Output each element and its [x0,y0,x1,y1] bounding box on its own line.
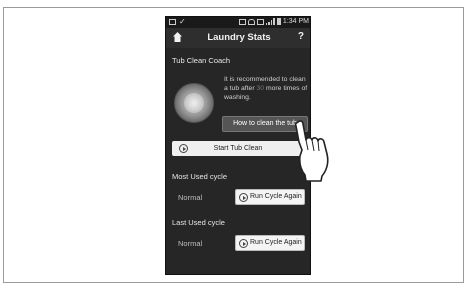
washing-tub-icon [174,83,214,123]
play-icon [239,239,248,248]
start-tub-clean-button[interactable]: Start Tub Clean [172,141,304,156]
last-used-cycle-name: Normal [178,239,203,248]
screen-icon [238,18,246,25]
start-tub-clean-label: Start Tub Clean [213,145,263,152]
title-bar: Laundry Stats ? [166,28,310,48]
most-used-cycle-name: Normal [178,193,203,202]
phone-screen: ✓ 1:34 PM Laundry Stats ? Tub Clean Coac… [165,16,311,275]
run-cycle-label: Run Cycle Again [250,239,302,246]
help-button[interactable]: ? [298,31,304,42]
tub-clean-advice: It is recommended to clean a tub after 3… [224,75,310,102]
notification-icon [169,19,176,25]
last-used-cycle-heading: Last Used cycle [172,218,225,227]
tub-clean-coach-heading: Tub Clean Coach [172,56,231,65]
sim-icon [256,18,264,25]
check-icon: ✓ [179,17,186,26]
status-bar: ✓ 1:34 PM [166,17,310,28]
run-most-used-cycle-button[interactable]: Run Cycle Again [235,189,305,205]
signal-icon [265,18,275,25]
most-used-cycle-heading: Most Used cycle [172,172,228,181]
battery-icon [276,18,281,25]
run-last-used-cycle-button[interactable]: Run Cycle Again [235,235,305,251]
pointing-hand-icon [294,120,329,182]
play-icon [239,193,248,202]
wifi-icon [247,18,255,25]
page-title: Laundry Stats [207,32,271,43]
run-cycle-label: Run Cycle Again [250,193,302,200]
status-time: 1:34 PM [282,18,309,25]
advice-wash-count: 30 [256,85,265,92]
